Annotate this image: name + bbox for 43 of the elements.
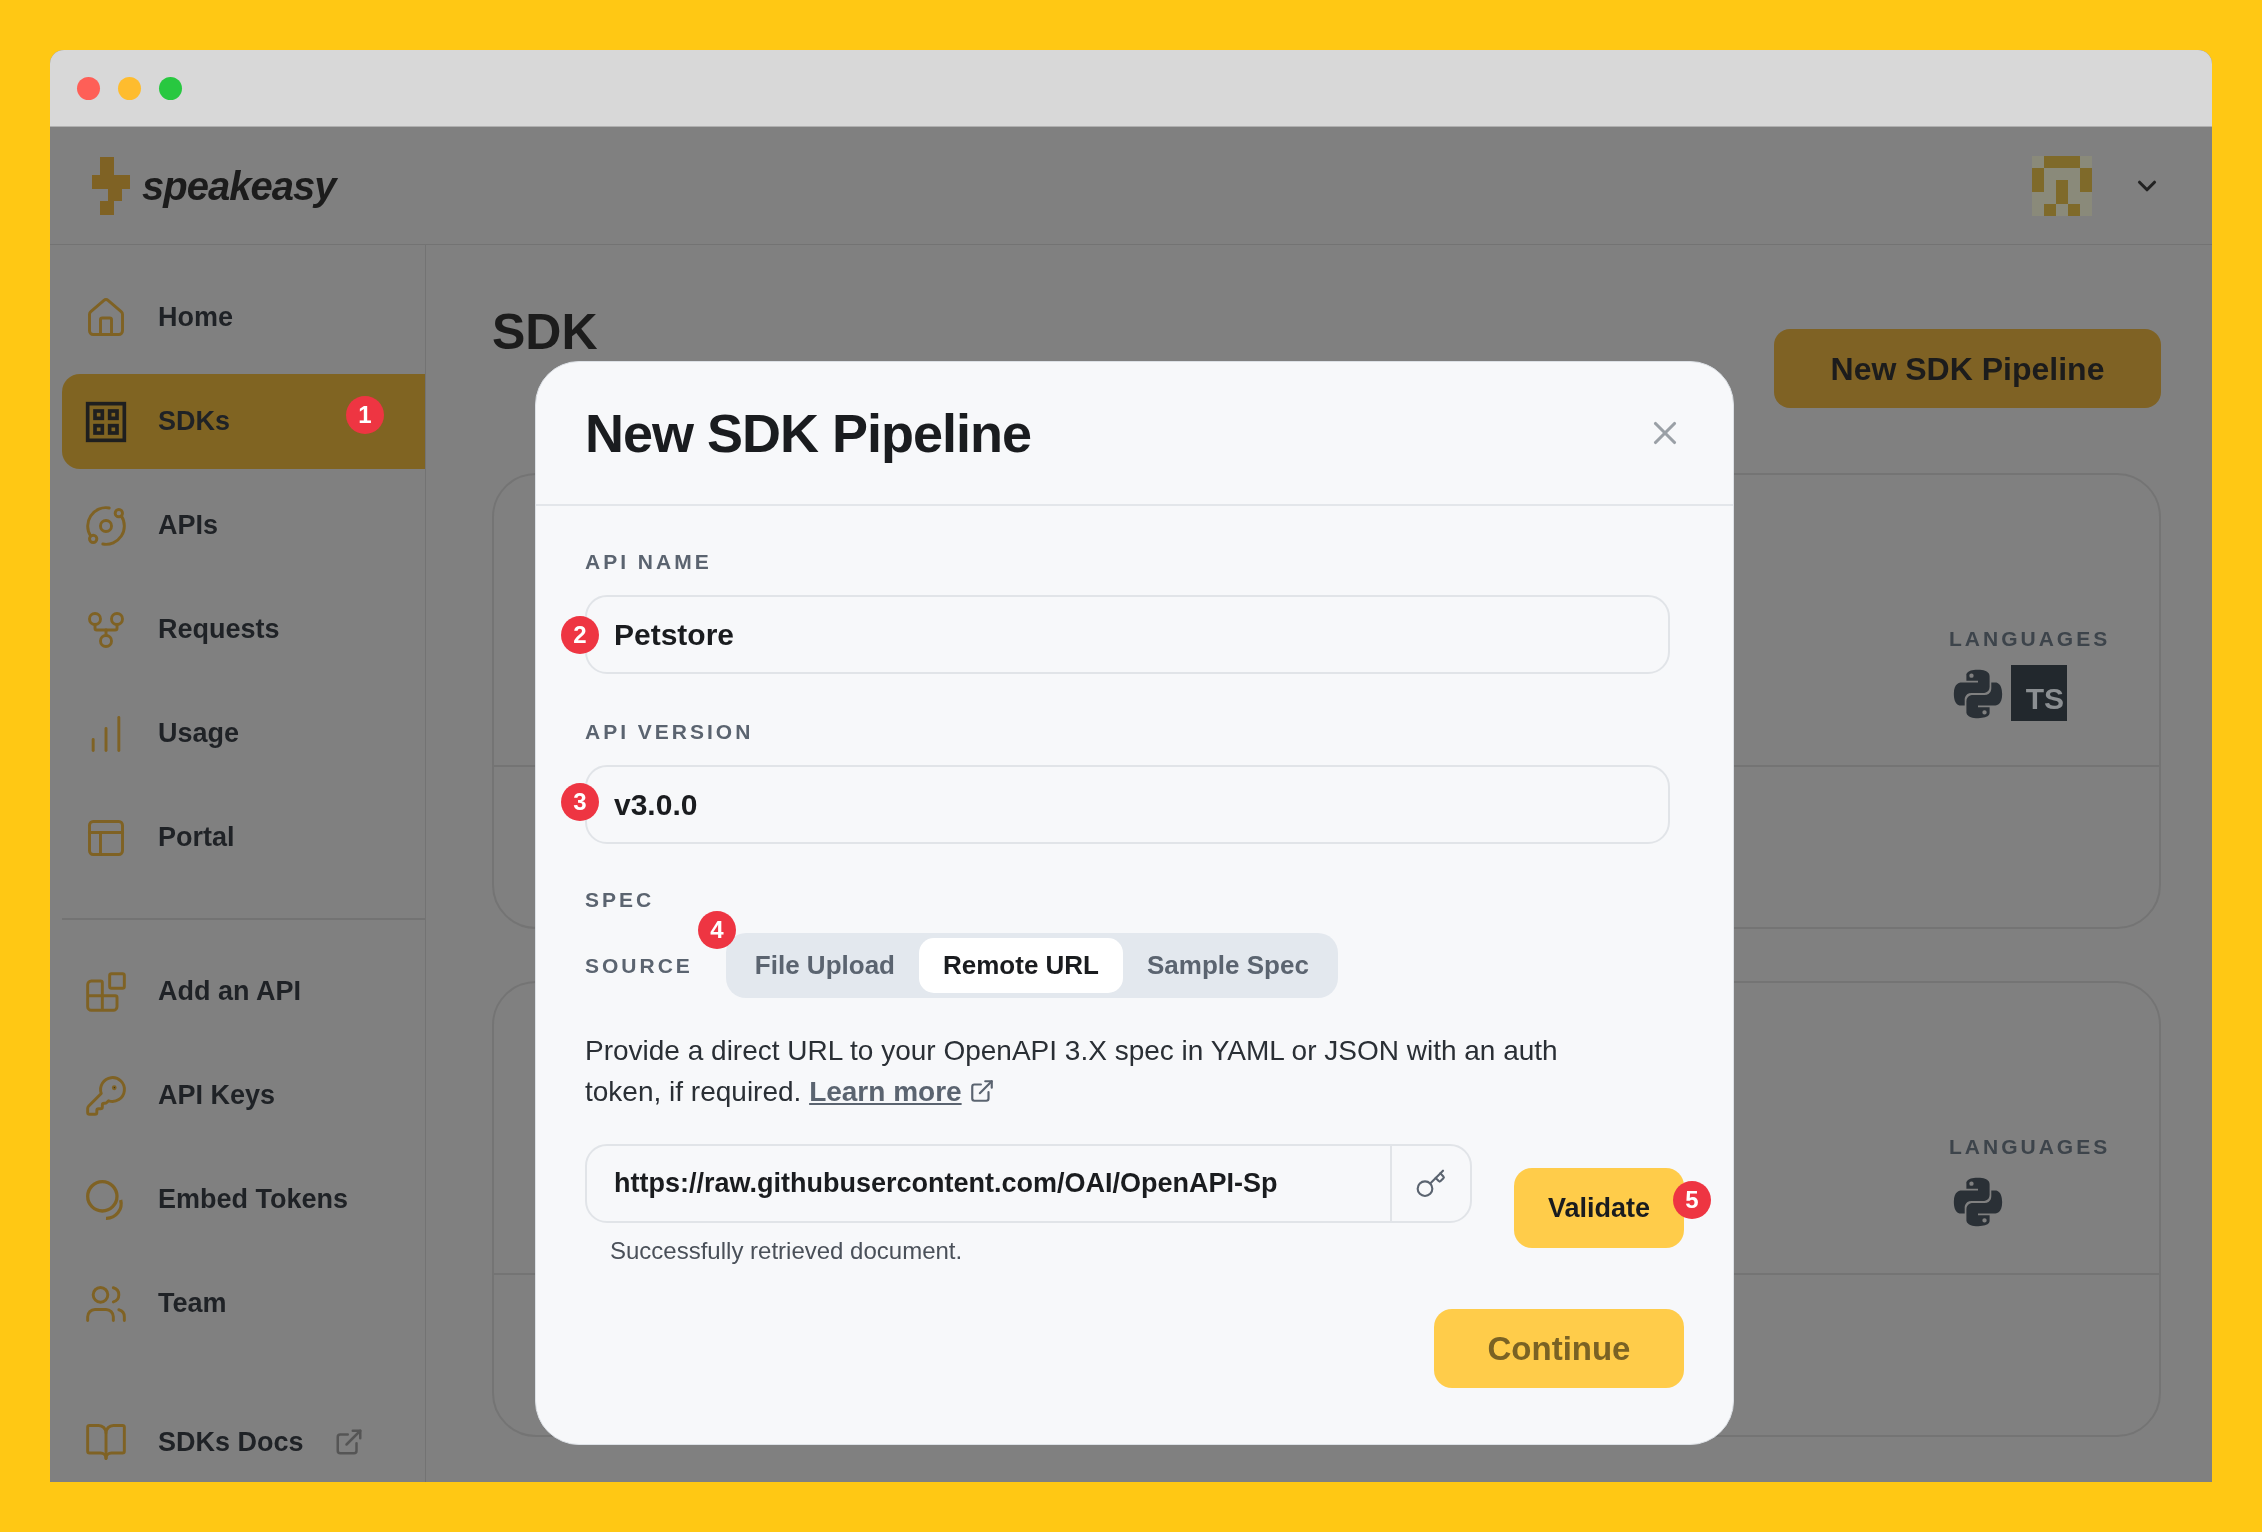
status-text: Successfully retrieved document. (610, 1236, 964, 1266)
input-field[interactable]: Petstore (585, 595, 1670, 674)
avatar-identicon[interactable] (2032, 155, 2092, 216)
sidebar-item[interactable]: Usage (158, 713, 240, 754)
docs-link[interactable]: SDKs Docs (158, 1421, 304, 1463)
sidebar-item[interactable]: API Keys (158, 1075, 276, 1116)
source-tab[interactable]: Sample Spec (1123, 938, 1333, 993)
learn-more-link[interactable]: Learn more (809, 1076, 962, 1107)
validate-button[interactable]: Validate (1514, 1168, 1684, 1248)
sidebar-item[interactable]: Home (158, 297, 233, 338)
blocks-icon (84, 969, 128, 1014)
instructions-text: Provide a direct URL to your OpenAPI 3.X spec in YAML or JSON with an auth token, if required. Learn more (585, 1034, 1559, 1109)
zoom-window-button[interactable] (159, 76, 182, 100)
input-field[interactable]: v3.0.0 (585, 765, 1670, 844)
source-label: SOURCE (585, 952, 693, 979)
sidebar-item[interactable]: Add an API (158, 971, 301, 1012)
sidebar-item[interactable]: Team (158, 1283, 227, 1324)
field-label: API VERSION (585, 719, 755, 745)
logo-text: speakeasy (142, 162, 336, 210)
page-title: SDK (492, 307, 598, 357)
spec-label: SPEC (585, 887, 656, 913)
url-field[interactable]: https://raw.githubusercontent.com/OAI/OpenAPI-Sp (587, 1146, 1390, 1221)
sidebar-item[interactable]: SDKs (158, 401, 231, 442)
sidebar-item[interactable]: APIs (158, 505, 219, 546)
sidebar-item[interactable]: Requests (158, 609, 280, 650)
key-icon (1415, 1167, 1447, 1200)
external-link-icon (969, 1078, 996, 1104)
orbit-icon (84, 503, 128, 548)
key-icon (84, 1073, 128, 1118)
languages-label: LANGUAGES (1949, 1134, 2111, 1160)
logo-mark (92, 156, 130, 215)
languages-label: LANGUAGES (1949, 626, 2111, 652)
sidebar-item[interactable]: Embed Tokens (158, 1179, 349, 1220)
close-window-button[interactable] (77, 76, 100, 100)
minimize-window-button[interactable] (118, 76, 141, 100)
sidebar-item[interactable]: Portal (158, 817, 235, 858)
field-label: API NAME (585, 549, 713, 575)
dialog-title: New SDK Pipeline (585, 401, 1032, 465)
grid-icon (84, 399, 128, 444)
continue-button[interactable]: Continue (1434, 1309, 1684, 1388)
typescript-logo: TS (2011, 664, 2067, 721)
source-tab[interactable]: Remote URL (919, 938, 1123, 993)
new-sdk-pipeline-button[interactable]: New SDK Pipeline (1774, 329, 2161, 408)
